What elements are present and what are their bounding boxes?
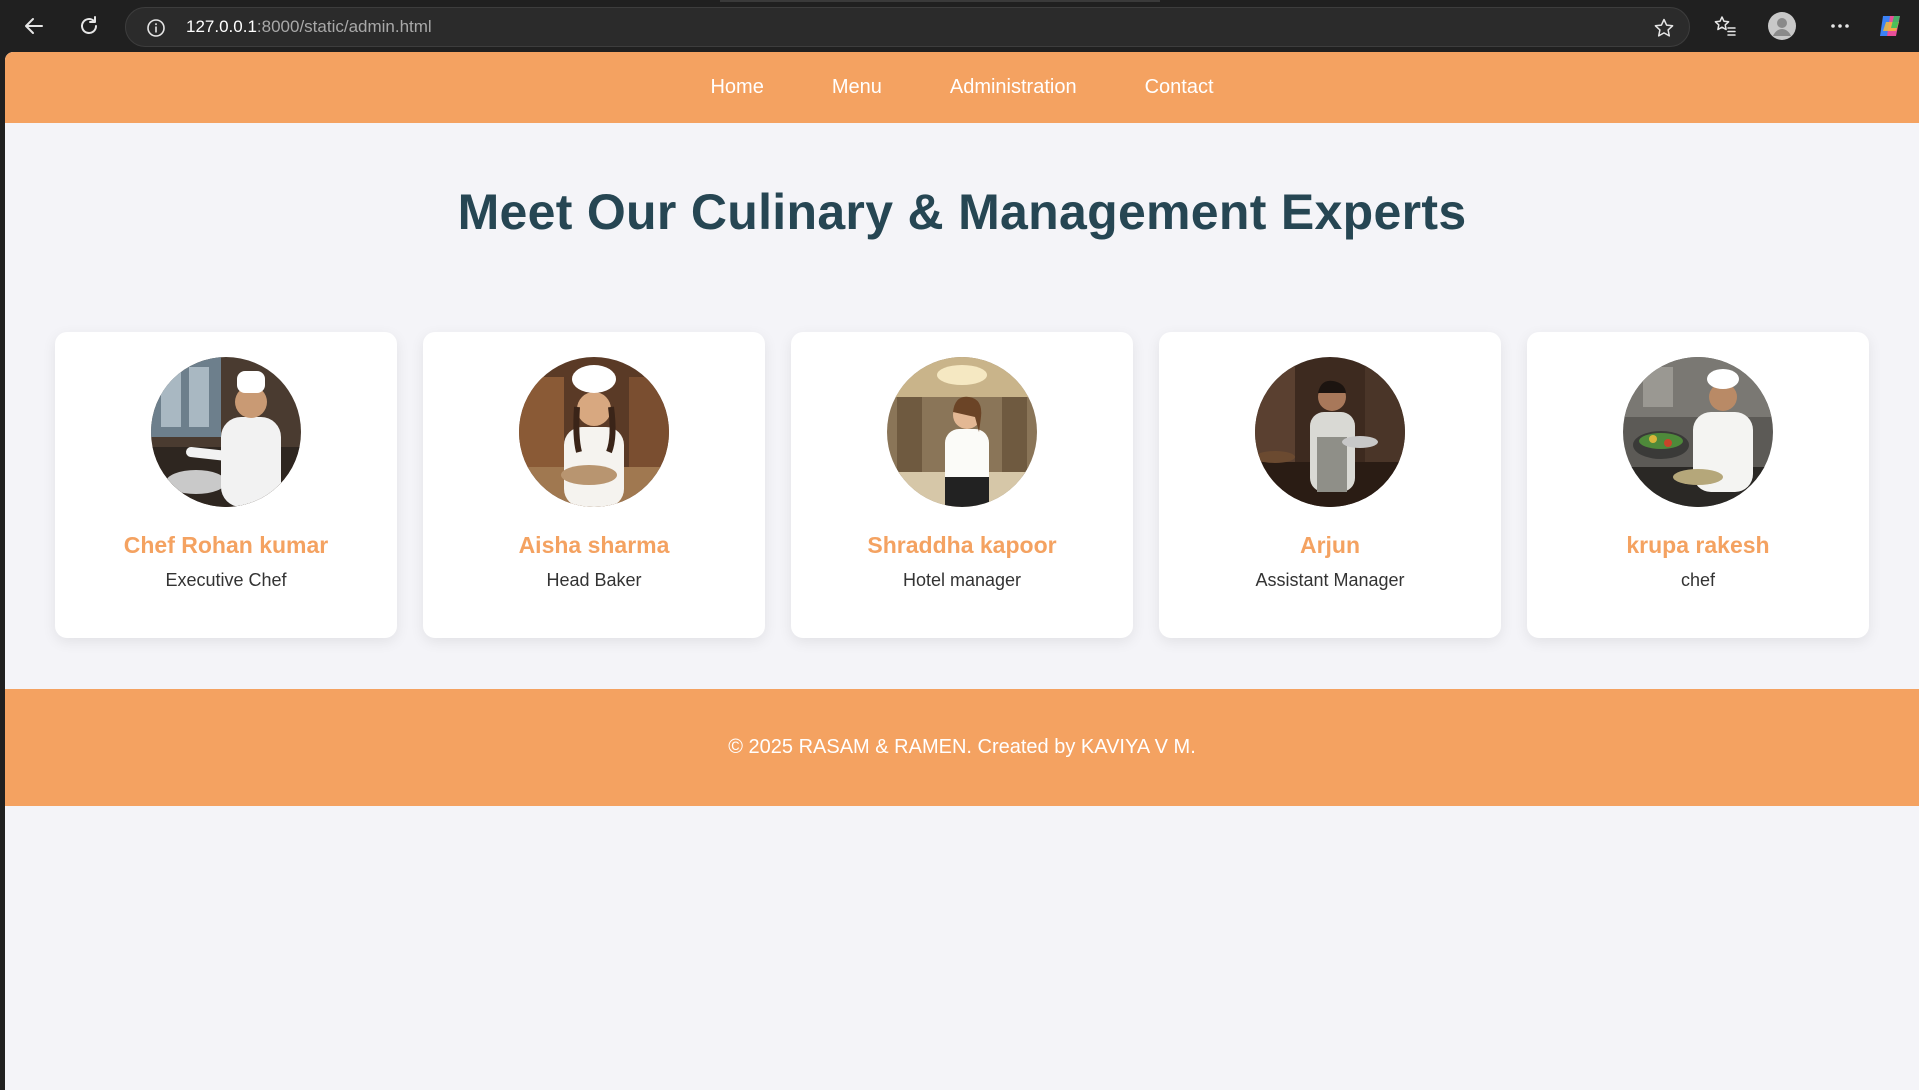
team-member-photo <box>887 357 1037 507</box>
tab-indicator <box>720 0 1160 2</box>
team-member-name: Shraddha kapoor <box>867 532 1057 558</box>
team-member-name: Aisha sharma <box>518 532 670 558</box>
nav-menu-link[interactable]: Menu <box>798 76 916 99</box>
reload-button[interactable] <box>73 10 105 42</box>
team-member-role: chef <box>1680 570 1716 590</box>
copilot-button[interactable] <box>1875 10 1907 42</box>
team-card: krupa rakesh chef <box>1527 332 1869 638</box>
nav-administration-link[interactable]: Administration <box>916 76 1111 99</box>
team-member-role: Executive Chef <box>165 570 287 590</box>
nav-contact-link[interactable]: Contact <box>1111 76 1248 99</box>
team-member-name: Chef Rohan kumar <box>123 532 329 558</box>
arrow-left-icon <box>25 18 43 34</box>
favorites-list-icon <box>1714 16 1736 36</box>
team-member-role: Head Baker <box>546 570 642 590</box>
team-member-photo <box>1623 357 1773 507</box>
favorites-button[interactable] <box>1709 10 1741 42</box>
more-options-button[interactable] <box>1824 10 1856 42</box>
team-member-name: Arjun <box>1299 532 1361 558</box>
team-card: Shraddha kapoor Hotel manager <box>791 332 1133 638</box>
address-bar[interactable]: 127.0.0.1:8000/static/admin.html <box>125 7 1690 47</box>
team-card: Arjun Assistant Manager <box>1159 332 1501 638</box>
more-dots-icon <box>1831 24 1849 28</box>
team-card: Chef Rohan kumar Executive Chef <box>55 332 397 638</box>
footer-copyright: © 2025 RASAM & RAMEN. Created by KAVIYA … <box>728 736 1196 758</box>
team-member-photo <box>519 357 669 507</box>
team-member-role: Hotel manager <box>902 570 1022 590</box>
profile-button[interactable] <box>1766 10 1798 42</box>
site-footer: © 2025 RASAM & RAMEN. Created by KAVIYA … <box>5 689 1919 806</box>
page-title: Meet Our Culinary & Management Experts <box>457 184 1467 240</box>
team-member-role: Assistant Manager <box>1255 570 1405 590</box>
team-grid: Chef Rohan kumar Executive Chef Aisha sh… <box>55 332 1875 638</box>
reload-icon <box>81 16 97 34</box>
profile-avatar-icon <box>1768 12 1796 40</box>
url-path: :8000/static/admin.html <box>256 17 432 36</box>
browser-toolbar: 127.0.0.1:8000/static/admin.html <box>0 0 1919 52</box>
favorite-star-icon[interactable] <box>1653 17 1675 39</box>
copilot-icon <box>1880 16 1900 36</box>
team-member-name: krupa rakesh <box>1626 532 1770 558</box>
info-icon[interactable] <box>146 18 166 38</box>
url-text[interactable]: 127.0.0.1:8000/static/admin.html <box>186 17 432 37</box>
site-navbar: Home Menu Administration Contact <box>5 52 1919 123</box>
back-button[interactable] <box>18 10 50 42</box>
nav-home-link[interactable]: Home <box>676 76 797 99</box>
url-host: 127.0.0.1 <box>186 17 257 36</box>
team-member-photo <box>1255 357 1405 507</box>
page-viewport: Home Menu Administration Contact Meet Ou… <box>5 52 1919 1090</box>
team-member-photo <box>151 357 301 507</box>
team-card: Aisha sharma Head Baker <box>423 332 765 638</box>
